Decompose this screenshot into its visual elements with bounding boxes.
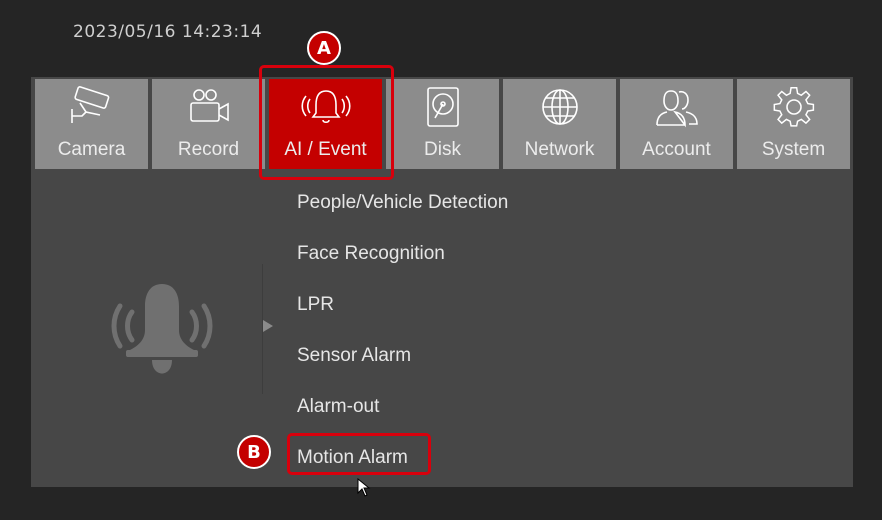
- highlight-box-ai-event: [259, 65, 394, 180]
- datetime-display: 2023/05/16 14:23:14: [73, 22, 263, 42]
- menu-item-lpr[interactable]: LPR: [297, 294, 334, 316]
- video-camera-icon: [152, 85, 265, 129]
- menu-item-face-recognition[interactable]: Face Recognition: [297, 243, 445, 265]
- mouse-cursor-icon: [357, 477, 373, 503]
- tab-label: Camera: [57, 139, 126, 160]
- tab-record[interactable]: Record: [152, 79, 265, 169]
- tab-system[interactable]: System: [737, 79, 850, 169]
- hard-disk-icon: [386, 85, 499, 129]
- tab-camera[interactable]: Camera: [35, 79, 148, 169]
- tab-network[interactable]: Network: [503, 79, 616, 169]
- highlight-box-motion-alarm: [287, 433, 431, 475]
- annotation-badge-a: A: [307, 31, 341, 65]
- tab-label: Record: [177, 139, 240, 160]
- tab-label: Account: [642, 139, 711, 160]
- users-icon: [620, 85, 733, 129]
- menu-item-sensor-alarm[interactable]: Sensor Alarm: [297, 345, 411, 367]
- tab-label: Network: [524, 139, 595, 160]
- annotation-badge-b: B: [237, 435, 271, 469]
- cctv-camera-icon: [35, 85, 148, 129]
- large-alarm-bell-icon: [108, 282, 216, 383]
- menu-item-alarm-out[interactable]: Alarm-out: [297, 396, 379, 418]
- tab-label: Disk: [424, 139, 461, 160]
- tab-account[interactable]: Account: [620, 79, 733, 169]
- tab-disk[interactable]: Disk: [386, 79, 499, 169]
- gear-icon: [737, 85, 850, 129]
- globe-icon: [503, 85, 616, 129]
- menu-pointer-arrow-icon: [263, 320, 273, 332]
- tab-label: System: [761, 139, 826, 160]
- menu-item-people-vehicle-detection[interactable]: People/Vehicle Detection: [297, 192, 508, 214]
